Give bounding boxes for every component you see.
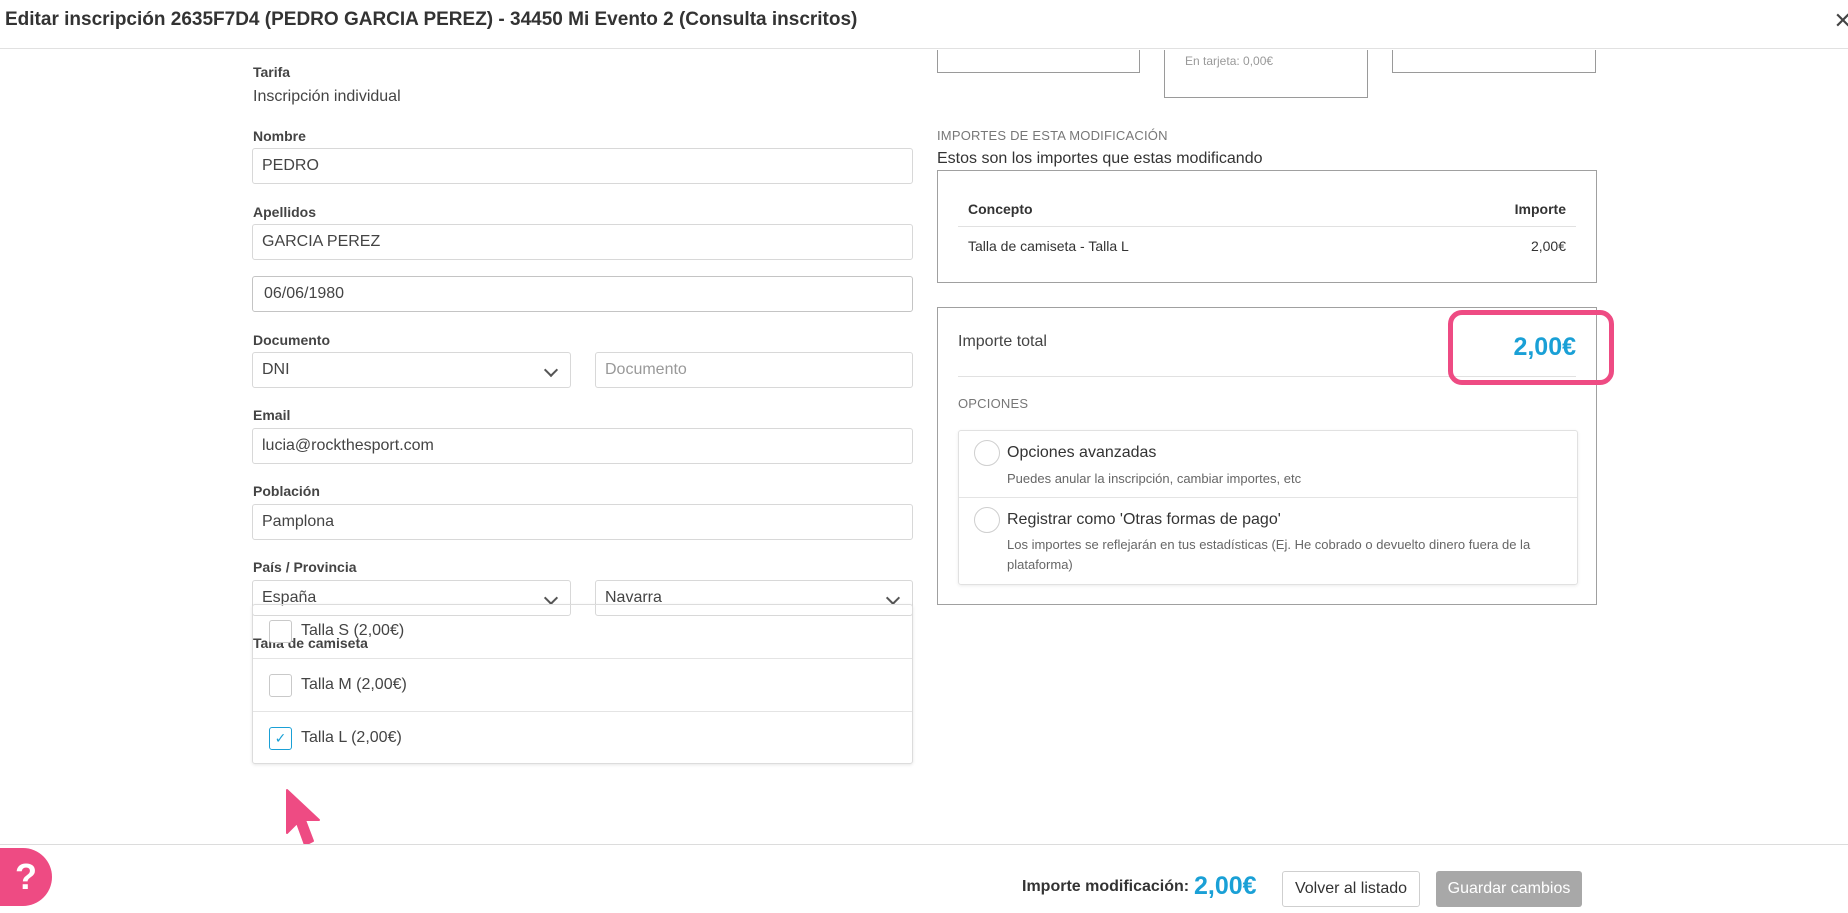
tarifa-label: Tarifa (253, 64, 291, 80)
talla-checklist: Talla S (2,00€) Talla M (2,00€) ✓ Talla … (252, 604, 913, 764)
documento-placeholder: Documento (605, 361, 687, 378)
pais-provincia-label: País / Provincia (253, 559, 357, 575)
documento-input[interactable]: Documento (595, 352, 913, 388)
checkbox-talla-s[interactable] (269, 620, 292, 643)
apellidos-input[interactable]: GARCIA PEREZ (252, 224, 913, 260)
modificacion-section-title: IMPORTES DE ESTA MODIFICACIÓN (937, 128, 1168, 143)
summary-box-left (937, 50, 1140, 73)
table-row-concepto: Talla de camiseta - Talla L (968, 238, 1129, 254)
table-header-importe: Importe (1514, 201, 1566, 217)
option-otras-formas-pago[interactable]: Registrar como 'Otras formas de pago' Lo… (959, 498, 1577, 585)
summary-box-right (1392, 50, 1596, 73)
options-card: Opciones avanzadas Puedes anular la insc… (958, 430, 1578, 585)
checkbox-talla-m[interactable] (269, 674, 292, 697)
email-input[interactable]: lucia@rockthesport.com (252, 428, 913, 464)
summary-box-card: En tarjeta: 0,00€ (1164, 50, 1368, 98)
chevron-down-icon (885, 590, 901, 606)
total-highlight-annotation (1448, 310, 1614, 385)
option-description: Los importes se reflejarán en tus estadí… (1007, 537, 1531, 572)
nombre-label: Nombre (253, 128, 306, 144)
talla-option-label: Talla M (2,00€) (301, 676, 407, 693)
talla-option-label: Talla L (2,00€) (301, 729, 402, 746)
table-row-importe: 2,00€ (1530, 238, 1566, 254)
mouse-cursor-icon (286, 789, 320, 846)
modificacion-section-subtitle: Estos son los importes que estas modific… (937, 150, 1263, 167)
volver-listado-button[interactable]: Volver al listado (1282, 871, 1420, 907)
checkbox-talla-l[interactable]: ✓ (269, 727, 292, 750)
dialog-title: Editar inscripción 2635F7D4 (PEDRO GARCI… (5, 9, 858, 30)
fecha-nacimiento-input[interactable]: 06/06/1980 (252, 276, 913, 312)
chevron-down-icon (543, 362, 559, 378)
opciones-title: OPCIONES (958, 396, 1029, 411)
talla-option-s[interactable]: Talla S (2,00€) (253, 605, 912, 658)
talla-option-l[interactable]: ✓ Talla L (2,00€) (253, 711, 912, 764)
option-avanzadas[interactable]: Opciones avanzadas Puedes anular la insc… (959, 431, 1577, 498)
table-divider (958, 226, 1576, 227)
card-amount-text: En tarjeta: 0,00€ (1185, 54, 1274, 68)
apellidos-label: Apellidos (253, 204, 317, 220)
close-icon[interactable]: ✕ (1834, 8, 1848, 34)
option-description: Puedes anular la inscripción, cambiar im… (1007, 471, 1302, 486)
importe-modificacion-value: 2,00€ (1194, 872, 1257, 900)
importe-modificacion-label: Importe modificación: (1022, 878, 1190, 895)
documento-label: Documento (253, 332, 330, 348)
talla-option-m[interactable]: Talla M (2,00€) (253, 658, 912, 711)
guardar-cambios-button[interactable]: Guardar cambios (1436, 871, 1582, 907)
importe-total-label: Importe total (958, 333, 1047, 350)
check-icon: ✓ (274, 730, 287, 746)
option-title: Registrar como 'Otras formas de pago' (1007, 511, 1281, 528)
radio-otras-formas-pago[interactable] (974, 507, 1000, 533)
documento-tipo-value: DNI (262, 361, 290, 378)
tarifa-value: Inscripción individual (253, 88, 401, 105)
nombre-input[interactable]: PEDRO (252, 148, 913, 184)
talla-option-label: Talla S (2,00€) (301, 622, 405, 639)
radio-opciones-avanzadas[interactable] (974, 440, 1000, 466)
chevron-down-icon (543, 590, 559, 606)
documento-tipo-select[interactable]: DNI (252, 352, 571, 388)
email-label: Email (253, 407, 291, 423)
importes-table-panel: Concepto Importe Talla de camiseta - Tal… (937, 170, 1597, 283)
table-header-concepto: Concepto (968, 201, 1033, 217)
option-title: Opciones avanzadas (1007, 444, 1157, 461)
dialog-header: Editar inscripción 2635F7D4 (PEDRO GARCI… (0, 0, 1848, 49)
poblacion-label: Población (253, 483, 320, 499)
poblacion-input[interactable]: Pamplona (252, 504, 913, 540)
dialog-footer: Importe modificación: 2,00€ Volver al li… (0, 844, 1848, 913)
